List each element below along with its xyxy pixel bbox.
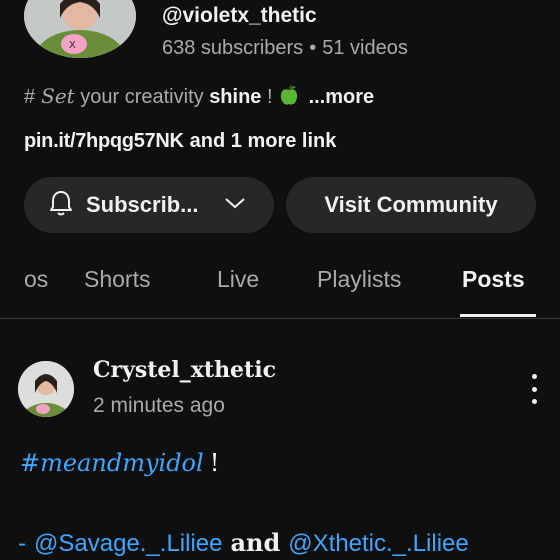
green-apple-icon bbox=[279, 84, 299, 112]
tab-playlists[interactable]: Playlists bbox=[317, 266, 401, 293]
post-dash: - bbox=[18, 530, 26, 557]
stats-separator: • bbox=[309, 37, 317, 59]
bell-icon bbox=[48, 189, 74, 222]
post-exclaim: ! bbox=[209, 449, 220, 477]
more-options-icon[interactable] bbox=[524, 374, 544, 404]
video-count: 51 videos bbox=[322, 37, 408, 59]
subscribe-button[interactable]: Subscrib... bbox=[24, 177, 274, 233]
description-hash: # bbox=[24, 86, 36, 108]
channel-link[interactable]: pin.it/7hpqg57NK bbox=[24, 130, 184, 152]
subscriber-count: 638 subscribers bbox=[162, 37, 304, 59]
active-tab-indicator bbox=[460, 314, 536, 317]
tab-shorts[interactable]: Shorts bbox=[84, 266, 150, 293]
channel-handle: @violetx_thetic bbox=[162, 4, 317, 27]
post-author-avatar[interactable] bbox=[18, 361, 74, 417]
channel-avatar[interactable]: X bbox=[24, 0, 136, 58]
description-more-link[interactable]: ...more bbox=[309, 86, 375, 108]
channel-description[interactable]: # Set your creativity shine ! ...more bbox=[24, 84, 374, 112]
channel-links[interactable]: pin.it/7hpqg57NK and 1 more link bbox=[24, 130, 336, 153]
description-tail: ! bbox=[261, 86, 273, 108]
post-timestamp: 2 minutes ago bbox=[93, 394, 225, 417]
channel-tabs: os Shorts Live Playlists Posts bbox=[0, 256, 560, 318]
visit-community-label: Visit Community bbox=[324, 192, 498, 217]
post-author-name[interactable]: Crystel_xthetic bbox=[93, 357, 276, 383]
description-strong: shine bbox=[209, 86, 262, 108]
channel-stats: 638 subscribers • 51 videos bbox=[162, 37, 408, 60]
post-mention-line: - @Savage._.Liliee and @Xthetic._.Liliee bbox=[18, 528, 469, 558]
mention-link-1[interactable]: @Savage._.Liliee bbox=[34, 530, 222, 557]
more-links-text[interactable]: and 1 more link bbox=[190, 130, 337, 152]
tab-live[interactable]: Live bbox=[217, 266, 259, 293]
tab-posts[interactable]: Posts bbox=[462, 266, 525, 293]
subscribe-label: Subscrib... bbox=[86, 192, 199, 217]
description-text: your creativity bbox=[74, 86, 210, 108]
post-and-word: and bbox=[230, 528, 281, 557]
description-script-word: Set bbox=[41, 84, 75, 108]
chevron-down-icon bbox=[224, 196, 246, 215]
visit-community-button[interactable]: Visit Community bbox=[286, 177, 536, 233]
post-hashtag-line: #meandmyidol! bbox=[20, 449, 219, 478]
tab-videos[interactable]: os bbox=[24, 266, 48, 293]
mention-link-2[interactable]: @Xthetic._.Liliee bbox=[288, 530, 468, 557]
svg-text:X: X bbox=[69, 40, 76, 51]
post-hashtag[interactable]: #meandmyidol bbox=[20, 449, 204, 477]
tabs-divider bbox=[0, 318, 560, 319]
